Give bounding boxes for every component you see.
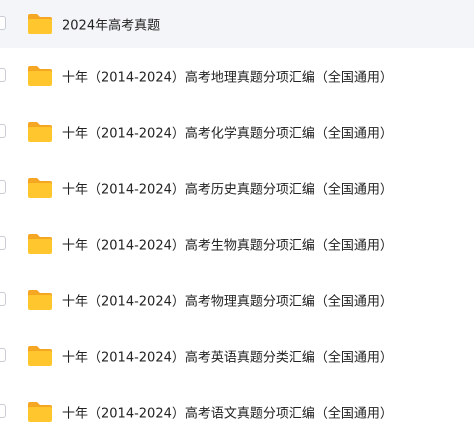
row-checkbox[interactable] bbox=[0, 348, 6, 362]
file-name[interactable]: 十年（2014-2024）高考物理真题分项汇编（全国通用） bbox=[62, 291, 393, 310]
row-checkbox[interactable] bbox=[0, 180, 6, 194]
file-row-2024-gaokao[interactable]: 2024年高考真题 bbox=[0, 0, 474, 48]
file-name[interactable]: 十年（2014-2024）高考化学真题分项汇编（全国通用） bbox=[62, 123, 393, 142]
row-checkbox[interactable] bbox=[0, 16, 6, 30]
row-checkbox[interactable] bbox=[0, 404, 6, 418]
file-name[interactable]: 十年（2014-2024）高考英语真题分类汇编（全国通用） bbox=[62, 347, 393, 366]
row-checkbox[interactable] bbox=[0, 124, 6, 138]
file-row-chinese[interactable]: 十年（2014-2024）高考语文真题分项汇编（全国通用） bbox=[0, 384, 474, 430]
folder-icon bbox=[26, 401, 54, 423]
folder-icon bbox=[26, 121, 54, 143]
file-row-geography[interactable]: 十年（2014-2024）高考地理真题分项汇编（全国通用） bbox=[0, 48, 474, 104]
folder-icon bbox=[26, 233, 54, 255]
file-row-history[interactable]: 十年（2014-2024）高考历史真题分项汇编（全国通用） bbox=[0, 160, 474, 216]
file-list: 2024年高考真题 十年（2014-2024）高考地理真题分项汇编（全国通用） … bbox=[0, 0, 474, 430]
file-name[interactable]: 十年（2014-2024）高考地理真题分项汇编（全国通用） bbox=[62, 67, 393, 86]
file-row-english[interactable]: 十年（2014-2024）高考英语真题分类汇编（全国通用） bbox=[0, 328, 474, 384]
folder-icon bbox=[26, 289, 54, 311]
file-name[interactable]: 十年（2014-2024）高考历史真题分项汇编（全国通用） bbox=[62, 179, 393, 198]
folder-icon bbox=[26, 13, 54, 35]
folder-icon bbox=[26, 177, 54, 199]
file-name[interactable]: 2024年高考真题 bbox=[62, 15, 160, 34]
file-name[interactable]: 十年（2014-2024）高考语文真题分项汇编（全国通用） bbox=[62, 403, 393, 422]
row-checkbox[interactable] bbox=[0, 68, 6, 82]
file-name[interactable]: 十年（2014-2024）高考生物真题分项汇编（全国通用） bbox=[62, 235, 393, 254]
folder-icon bbox=[26, 345, 54, 367]
row-checkbox[interactable] bbox=[0, 292, 6, 306]
folder-icon bbox=[26, 65, 54, 87]
row-checkbox[interactable] bbox=[0, 236, 6, 250]
file-row-biology[interactable]: 十年（2014-2024）高考生物真题分项汇编（全国通用） bbox=[0, 216, 474, 272]
file-row-physics[interactable]: 十年（2014-2024）高考物理真题分项汇编（全国通用） bbox=[0, 272, 474, 328]
file-row-chemistry[interactable]: 十年（2014-2024）高考化学真题分项汇编（全国通用） bbox=[0, 104, 474, 160]
